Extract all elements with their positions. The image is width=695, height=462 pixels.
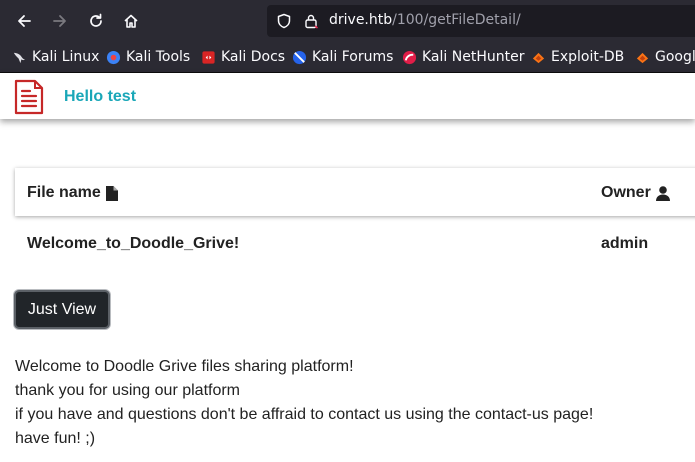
bookmark-label: Kali NetHunter (422, 49, 525, 65)
kali-docs-icon (202, 50, 215, 64)
bookmark-label: Kali Forums (312, 49, 394, 65)
content-line: Welcome to Doodle Grive files sharing pl… (15, 358, 354, 375)
url-host: drive.htb (329, 12, 393, 28)
back-button[interactable] (11, 9, 37, 33)
bookmark-kali-tools[interactable]: Kali Tools (106, 48, 190, 66)
reload-icon (90, 13, 102, 27)
file-icon (105, 185, 118, 201)
shield-icon[interactable] (276, 13, 292, 29)
arrow-left-icon (18, 15, 31, 27)
arrow-right-icon (53, 15, 66, 27)
kali-tools-icon (106, 50, 121, 64)
bookmark-kali-docs[interactable]: Kali Docs (201, 48, 285, 66)
bookmark-kali-nethunter[interactable]: Kali NetHunter (402, 48, 524, 66)
bookmark-label: Kali Tools (126, 49, 191, 65)
home-button[interactable] (118, 9, 144, 33)
forward-button[interactable] (47, 9, 73, 33)
url-bar[interactable]: drive.htb/100/getFileDetail/ (267, 5, 695, 37)
url-text[interactable]: drive.htb/100/getFileDetail/ (329, 12, 521, 28)
bookmark-kali-linux[interactable]: Kali Linux (12, 48, 99, 66)
bookmark-google[interactable]: Googl (635, 48, 695, 66)
bookmark-label: Googl (655, 49, 695, 65)
lock-icon[interactable] (303, 13, 319, 29)
reload-button[interactable] (83, 9, 109, 33)
exploit-db-icon (532, 52, 545, 63)
file-content: Welcome to Doodle Grive files sharing pl… (15, 355, 593, 451)
logo[interactable] (14, 79, 44, 119)
file-name-cell: Welcome_to_Doodle_Grive! (27, 235, 240, 252)
column-header-label: File name (27, 184, 101, 201)
document-icon (14, 79, 44, 115)
column-header-file-name: File name (27, 184, 118, 202)
bookmark-kali-forums[interactable]: Kali Forums (292, 48, 393, 66)
owner-cell: admin (601, 235, 649, 252)
bookmark-label: Kali Docs (221, 49, 286, 65)
content-line: have fun! ;) (15, 430, 96, 447)
column-header-label: Owner (601, 184, 651, 201)
app-navbar: Hello test (0, 73, 695, 119)
greeting[interactable]: Hello test (64, 88, 136, 106)
kali-nethunter-icon (402, 50, 417, 64)
column-header-owner: Owner (601, 184, 670, 202)
kali-dragon-icon (13, 52, 26, 63)
just-view-button[interactable]: Just View (14, 290, 110, 329)
bookmark-label: Exploit-DB (551, 49, 625, 65)
content-line: if you have and questions don't be affra… (15, 406, 594, 423)
url-path: /100/getFileDetail/ (392, 12, 521, 28)
bookmark-label: Kali Linux (32, 49, 100, 65)
content-line: thank you for using our platform (15, 382, 241, 399)
bookmark-exploit-db[interactable]: Exploit-DB (531, 48, 624, 66)
home-icon (124, 14, 138, 28)
user-icon (655, 185, 670, 201)
kali-forums-icon (292, 50, 307, 64)
table-header: File name Owner (15, 168, 695, 216)
browser-toolbar: drive.htb/100/getFileDetail/ (0, 0, 695, 42)
exploit-db-icon (636, 52, 649, 63)
bookmarks-bar: Kali Linux Kali Tools Kali Docs Kali For… (0, 42, 695, 73)
